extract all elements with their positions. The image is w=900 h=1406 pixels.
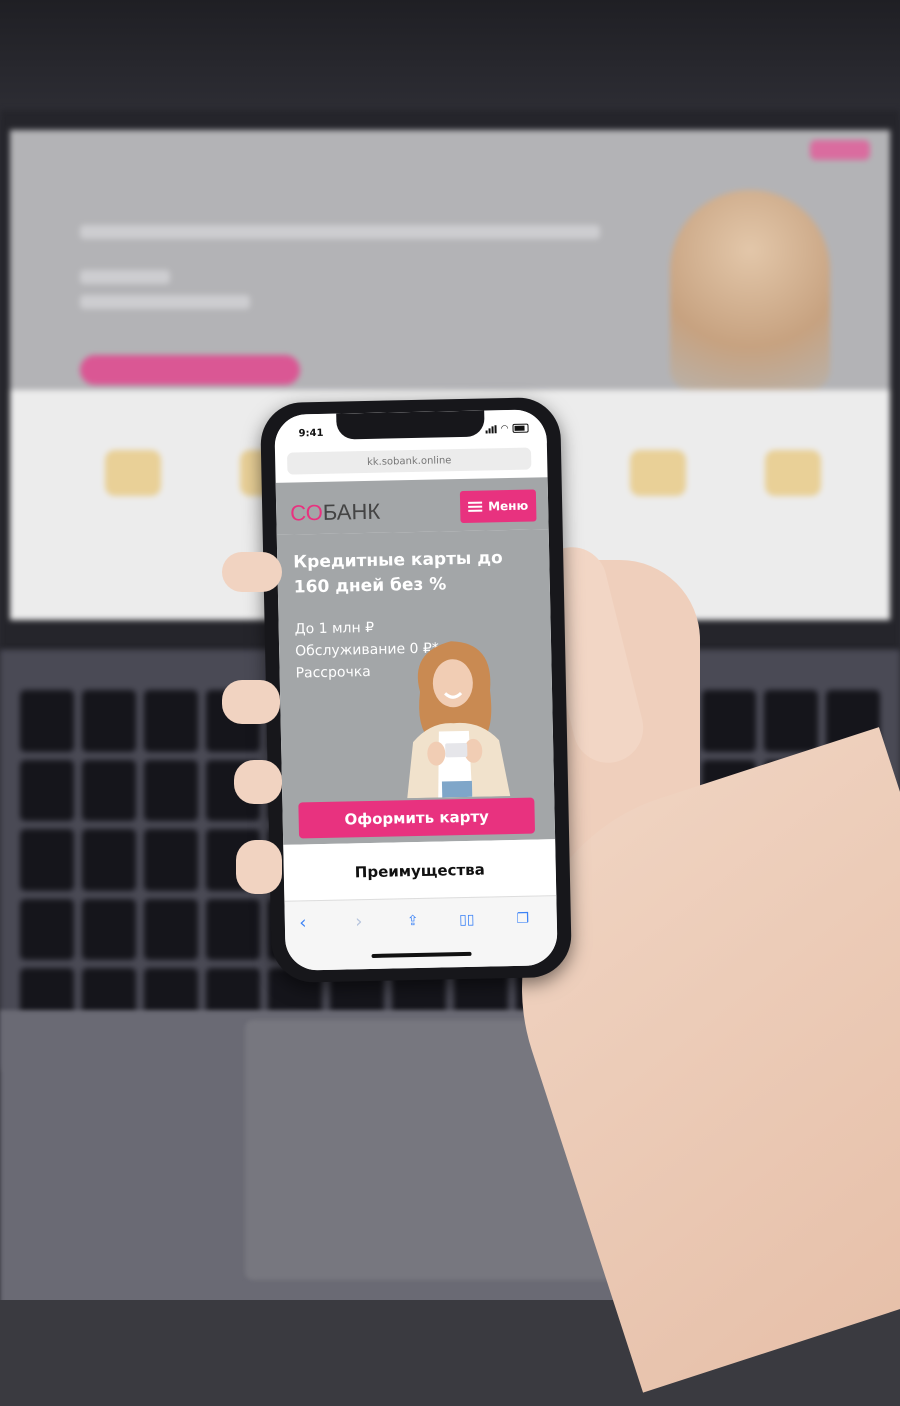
smartphone: 9:41 ◠ kk.sobank.online СОБАНК Меню Кред…	[259, 396, 573, 984]
hand-finger	[222, 552, 282, 592]
signal-icon	[485, 424, 497, 433]
forward-icon[interactable]: ›	[349, 911, 369, 932]
laptop-hero-person	[670, 190, 830, 390]
logo-part-2: БАНК	[322, 498, 381, 525]
laptop-feature-icon	[630, 450, 686, 496]
hero-woman-image	[407, 641, 511, 799]
url-text: kk.sobank.online	[366, 454, 452, 468]
hand-finger	[236, 840, 282, 894]
menu-button[interactable]: Меню	[459, 489, 537, 524]
battery-icon	[512, 423, 529, 433]
laptop-hero-line	[80, 225, 600, 239]
laptop-feature-icon	[765, 450, 821, 496]
laptop-cta-button	[80, 355, 300, 385]
url-bar[interactable]: kk.sobank.online	[287, 447, 532, 475]
hero-title: Кредитные карты до 160 дней без %	[293, 548, 503, 598]
status-time: 9:41	[298, 427, 324, 440]
background-top	[0, 0, 900, 120]
share-icon[interactable]: ⇪	[403, 911, 423, 931]
laptop-header-button	[810, 140, 870, 160]
laptop-site-hero	[10, 130, 890, 390]
back-icon[interactable]: ‹	[293, 912, 313, 933]
phone-notch	[336, 410, 485, 440]
sobank-logo[interactable]: СОБАНК	[290, 499, 380, 527]
laptop-feature-icon	[105, 450, 161, 496]
browser-toolbar: ‹ › ⇪ ▯▯ ❐	[284, 895, 558, 971]
hero-section: Кредитные карты до 160 дней без % До 1 м…	[276, 529, 556, 845]
advantages-section: Преимущества	[283, 839, 557, 905]
advantages-title: Преимущества	[354, 860, 485, 882]
menu-label: Меню	[487, 498, 529, 514]
home-indicator	[371, 951, 472, 958]
wifi-icon: ◠	[500, 423, 509, 434]
bookmarks-icon[interactable]: ▯▯	[457, 910, 477, 930]
site-header: СОБАНК Меню	[275, 477, 549, 535]
hand-finger	[222, 680, 280, 724]
laptop-hero-line	[80, 270, 170, 284]
phone-screen: 9:41 ◠ kk.sobank.online СОБАНК Меню Кред…	[274, 409, 558, 971]
apply-card-button[interactable]: Оформить карту	[298, 797, 536, 839]
status-icons: ◠	[485, 423, 529, 434]
hamburger-icon	[468, 501, 483, 512]
tabs-icon[interactable]: ❐	[513, 909, 533, 929]
logo-part-1: СО	[290, 499, 324, 526]
hand-finger	[234, 760, 282, 804]
laptop-hero-line	[80, 295, 250, 309]
